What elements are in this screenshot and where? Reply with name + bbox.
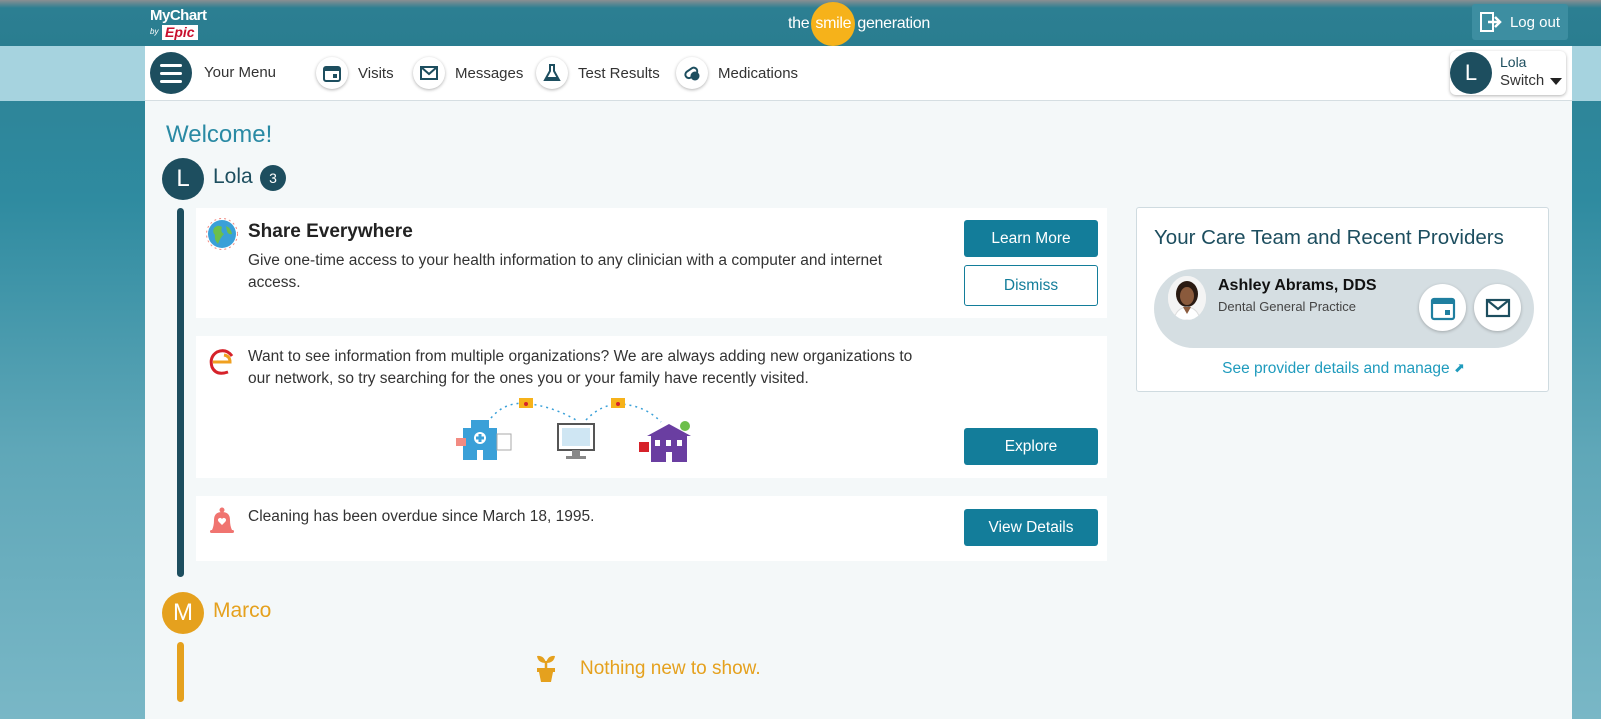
nav-medications-label: Medications (718, 64, 799, 82)
organizations-illustration (456, 398, 691, 462)
nothing-new-text: Nothing new to show. (580, 658, 761, 679)
epic-e-icon (209, 349, 234, 375)
provider-specialty: Dental General Practice (1218, 299, 1357, 314)
nav-visits[interactable]: Visits (316, 56, 394, 90)
cleaning-overdue-card: Cleaning has been overdue since March 18… (196, 496, 1107, 561)
send-message-button[interactable] (1474, 284, 1521, 331)
menu-button[interactable] (150, 52, 192, 94)
multiple-organizations-text: Want to see information from multiple or… (248, 348, 913, 387)
provider-photo (1168, 276, 1206, 320)
timeline-line-marco (177, 642, 184, 702)
view-details-button[interactable]: View Details (964, 509, 1098, 546)
your-menu-label[interactable]: Your Menu (204, 64, 276, 81)
nav-messages-label: Messages (455, 64, 524, 82)
care-team-panel: Your Care Team and Recent Providers Ashl… (1136, 207, 1549, 392)
care-team-title: Your Care Team and Recent Providers (1154, 226, 1504, 249)
pills-icon (676, 57, 708, 89)
multiple-organizations-card: Want to see information from multiple or… (196, 336, 1107, 478)
schedule-appointment-button[interactable] (1419, 284, 1466, 331)
envelope-icon (1485, 298, 1510, 317)
mychart-logo[interactable]: MyChart by Epic (150, 8, 216, 42)
top-bar: MyChart by Epic the smile generation Log… (0, 0, 1601, 46)
explore-button[interactable]: Explore (964, 428, 1098, 465)
provider-card[interactable]: Ashley Abrams, DDS Dental General Practi… (1154, 269, 1534, 348)
provider-details-link[interactable]: See provider details and manage ⬈ (1137, 360, 1550, 378)
switcher-name: Lola (1500, 54, 1527, 70)
external-link-icon: ⬈ (1453, 360, 1465, 375)
nav-medications[interactable]: Medications (676, 56, 798, 90)
mychart-logo-by: by (150, 27, 159, 36)
hamburger-icon (160, 63, 182, 67)
flask-icon (536, 57, 568, 89)
person-name-marco: Marco (213, 599, 272, 622)
brand-the: the (788, 15, 810, 32)
learn-more-button[interactable]: Learn More (964, 220, 1098, 257)
caret-down-icon (1550, 78, 1562, 85)
logout-icon (1479, 12, 1502, 32)
share-everywhere-title: Share Everywhere (248, 221, 413, 242)
account-switcher[interactable]: L Lola Switch (1450, 51, 1566, 95)
nav-bar: Your Menu Visits Messages Test Results M… (145, 46, 1572, 101)
epic-logo-text: Epic (162, 25, 198, 40)
envelope-icon (413, 57, 445, 89)
timeline-line-lola (177, 208, 184, 577)
switcher-label: Switch (1500, 72, 1545, 89)
dismiss-button[interactable]: Dismiss (964, 265, 1098, 306)
mychart-logo-text: MyChart (150, 7, 207, 24)
plant-icon (537, 655, 555, 682)
share-everywhere-text: Give one-time access to your health info… (248, 252, 883, 291)
share-everywhere-card: Share Everywhere Give one-time access to… (196, 208, 1107, 318)
logout-label: Log out (1509, 13, 1561, 31)
avatar: L (1450, 52, 1492, 94)
notification-count-badge: 3 (260, 165, 286, 191)
nav-messages[interactable]: Messages (413, 56, 523, 90)
cleaning-overdue-text: Cleaning has been overdue since March 18… (248, 508, 595, 525)
calendar-icon (1430, 297, 1455, 320)
nav-test-results-label: Test Results (578, 64, 660, 82)
brand-generation: generation (857, 15, 930, 32)
nav-test-results[interactable]: Test Results (536, 56, 660, 90)
logout-button[interactable]: Log out (1472, 4, 1568, 40)
smile-generation-logo: the smile generation (788, 2, 930, 46)
page-title: Welcome! (166, 121, 273, 148)
provider-details-link-label: See provider details and manage (1222, 360, 1450, 377)
nav-visits-label: Visits (358, 64, 394, 82)
provider-name: Ashley Abrams, DDS (1218, 277, 1377, 294)
person-name-lola: Lola (213, 165, 253, 188)
brand-smile: smile (811, 2, 856, 46)
calendar-icon (316, 57, 348, 89)
avatar-marco: M (162, 592, 204, 634)
avatar-lola: L (162, 158, 204, 200)
globe-icon (206, 218, 238, 250)
bell-icon (210, 507, 234, 533)
